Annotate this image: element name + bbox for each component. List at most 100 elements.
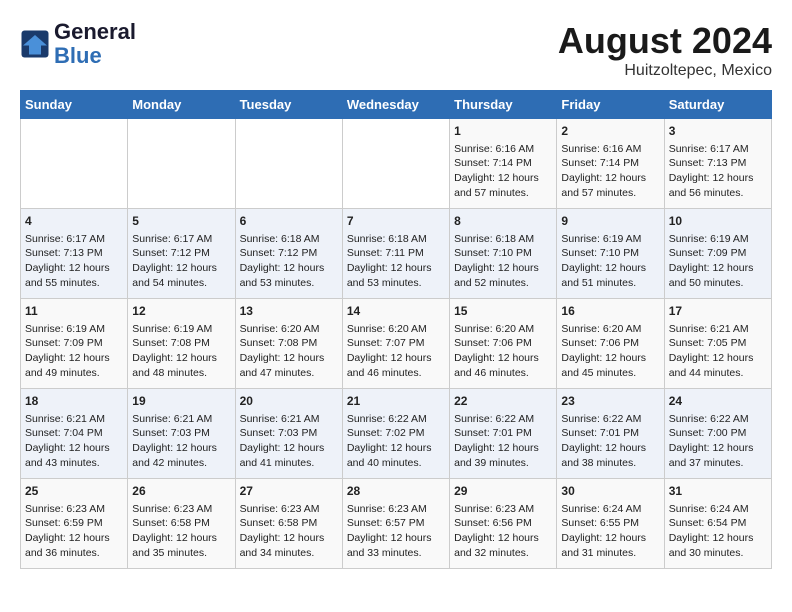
day-info: Sunrise: 6:23 AM [132,502,230,517]
day-info: Sunrise: 6:17 AM [669,142,767,157]
day-info: and 33 minutes. [347,546,445,561]
column-header-friday: Friday [557,91,664,119]
day-info: Daylight: 12 hours [669,261,767,276]
day-info: Sunrise: 6:17 AM [132,232,230,247]
calendar-week-row: 11 Sunrise: 6:19 AM Sunset: 7:09 PM Dayligh… [21,299,772,389]
day-info: and 44 minutes. [669,366,767,381]
calendar-cell [128,119,235,209]
day-info: Daylight: 12 hours [240,441,338,456]
day-info: Sunrise: 6:24 AM [669,502,767,517]
day-number: 28 [347,483,445,500]
day-info: Sunset: 7:05 PM [669,336,767,351]
day-info: and 49 minutes. [25,366,123,381]
day-info: Sunset: 7:09 PM [25,336,123,351]
day-info: and 41 minutes. [240,456,338,471]
day-info: and 37 minutes. [669,456,767,471]
month-year-title: August 2024 [558,20,772,62]
day-number: 15 [454,303,552,320]
calendar-cell: 3Sunrise: 6:17 AMSunset: 7:13 PMDaylight… [664,119,771,209]
day-info: Daylight: 12 hours [132,441,230,456]
calendar-cell [21,119,128,209]
column-header-monday: Monday [128,91,235,119]
day-info: Daylight: 12 hours [240,351,338,366]
day-number: 31 [669,483,767,500]
day-number: 12 [132,303,230,320]
day-info: and 46 minutes. [454,366,552,381]
day-info: Daylight: 12 hours [454,351,552,366]
calendar-cell: 21 Sunrise: 6:22 AMSunset: 7:02 PMDayligh… [342,389,449,479]
day-info: Sunset: 7:08 PM [240,336,338,351]
calendar-cell: 12Sunrise: 6:19 AMSunset: 7:08 PMDayligh… [128,299,235,389]
day-number: 11 [25,303,123,320]
day-info: Sunrise: 6:23 AM [25,502,123,517]
day-info: and 51 minutes. [561,276,659,291]
calendar-cell: 14Sunrise: 6:20 AMSunset: 7:07 PMDayligh… [342,299,449,389]
day-info: Sunrise: 6:16 AM [454,142,552,157]
day-number: 26 [132,483,230,500]
day-number: 29 [454,483,552,500]
column-header-sunday: Sunday [21,91,128,119]
calendar-cell: 13Sunrise: 6:20 AMSunset: 7:08 PMDayligh… [235,299,342,389]
day-number: 10 [669,213,767,230]
column-header-tuesday: Tuesday [235,91,342,119]
day-number: 13 [240,303,338,320]
day-info: and 53 minutes. [240,276,338,291]
day-number: 22 [454,393,552,410]
day-info: Sunset: 7:10 PM [561,246,659,261]
day-info: Sunset: 7:14 PM [561,156,659,171]
day-info: Sunrise: 6:22 AM [669,412,767,427]
day-number: 9 [561,213,659,230]
day-info: Sunset: 7:08 PM [132,336,230,351]
calendar-week-row: 18Sunrise: 6:21 AMSunset: 7:04 PMDayligh… [21,389,772,479]
day-info: Sunrise: 6:21 AM [240,412,338,427]
day-number: 30 [561,483,659,500]
day-info: Daylight: 12 hours [454,261,552,276]
day-info: Sunset: 7:09 PM [669,246,767,261]
day-number: 21 [347,393,445,410]
day-number: 4 [25,213,123,230]
calendar-cell [235,119,342,209]
logo-line1: General [54,20,136,44]
day-number: 17 [669,303,767,320]
calendar-cell: 11Sunrise: 6:19 AMSunset: 7:09 PMDayligh… [21,299,128,389]
day-info: Daylight: 12 hours [454,531,552,546]
calendar-cell: 18 Sunrise: 6:21 AMSunset: 7:04 PMDayligh… [21,389,128,479]
calendar-cell: 8Sunrise: 6:18 AMSunset: 7:10 PMDaylight… [450,209,557,299]
day-info: Sunrise: 6:20 AM [347,322,445,337]
day-info: and 34 minutes. [240,546,338,561]
day-info: and 57 minutes. [454,186,552,201]
calendar-cell: 24Sunrise: 6:22 AMSunset: 7:00 PMDayligh… [664,389,771,479]
calendar-cell: 27Sunrise: 6:23 AMSunset: 6:58 PMDayligh… [235,479,342,569]
day-number: 19 [132,393,230,410]
column-header-saturday: Saturday [664,91,771,119]
day-info: Sunrise: 6:23 AM [240,502,338,517]
logo-icon [20,29,50,59]
day-info: Sunrise: 6:20 AM [454,322,552,337]
day-info: Sunrise: 6:21 AM [25,412,123,427]
day-info: Sunset: 7:06 PM [561,336,659,351]
day-number: 8 [454,213,552,230]
day-info: Sunset: 7:04 PM [25,426,123,441]
day-number: 27 [240,483,338,500]
title-block: August 2024 Huitzoltepec, Mexico [558,20,772,80]
day-info: Daylight: 12 hours [25,441,123,456]
day-number: 18 [25,393,123,410]
day-info: Sunrise: 6:19 AM [561,232,659,247]
day-info: Sunrise: 6:23 AM [454,502,552,517]
day-info: Sunset: 7:03 PM [132,426,230,441]
day-info: Sunrise: 6:19 AM [669,232,767,247]
day-info: Sunset: 7:02 PM [347,426,445,441]
day-info: Sunrise: 6:20 AM [561,322,659,337]
day-number: 24 [669,393,767,410]
day-number: 20 [240,393,338,410]
day-info: Sunset: 7:10 PM [454,246,552,261]
day-info: Daylight: 12 hours [347,441,445,456]
calendar-cell: 4Sunrise: 6:17 AMSunset: 7:13 PMDaylight… [21,209,128,299]
calendar-cell: 2Sunrise: 6:16 AMSunset: 7:14 PMDaylight… [557,119,664,209]
day-info: Daylight: 12 hours [132,531,230,546]
day-info: Sunrise: 6:22 AM [347,412,445,427]
day-info: Sunrise: 6:22 AM [454,412,552,427]
day-info: Sunrise: 6:19 AM [132,322,230,337]
day-info: Sunrise: 6:23 AM [347,502,445,517]
calendar-cell: 31Sunrise: 6:24 AMSunset: 6:54 PMDayligh… [664,479,771,569]
